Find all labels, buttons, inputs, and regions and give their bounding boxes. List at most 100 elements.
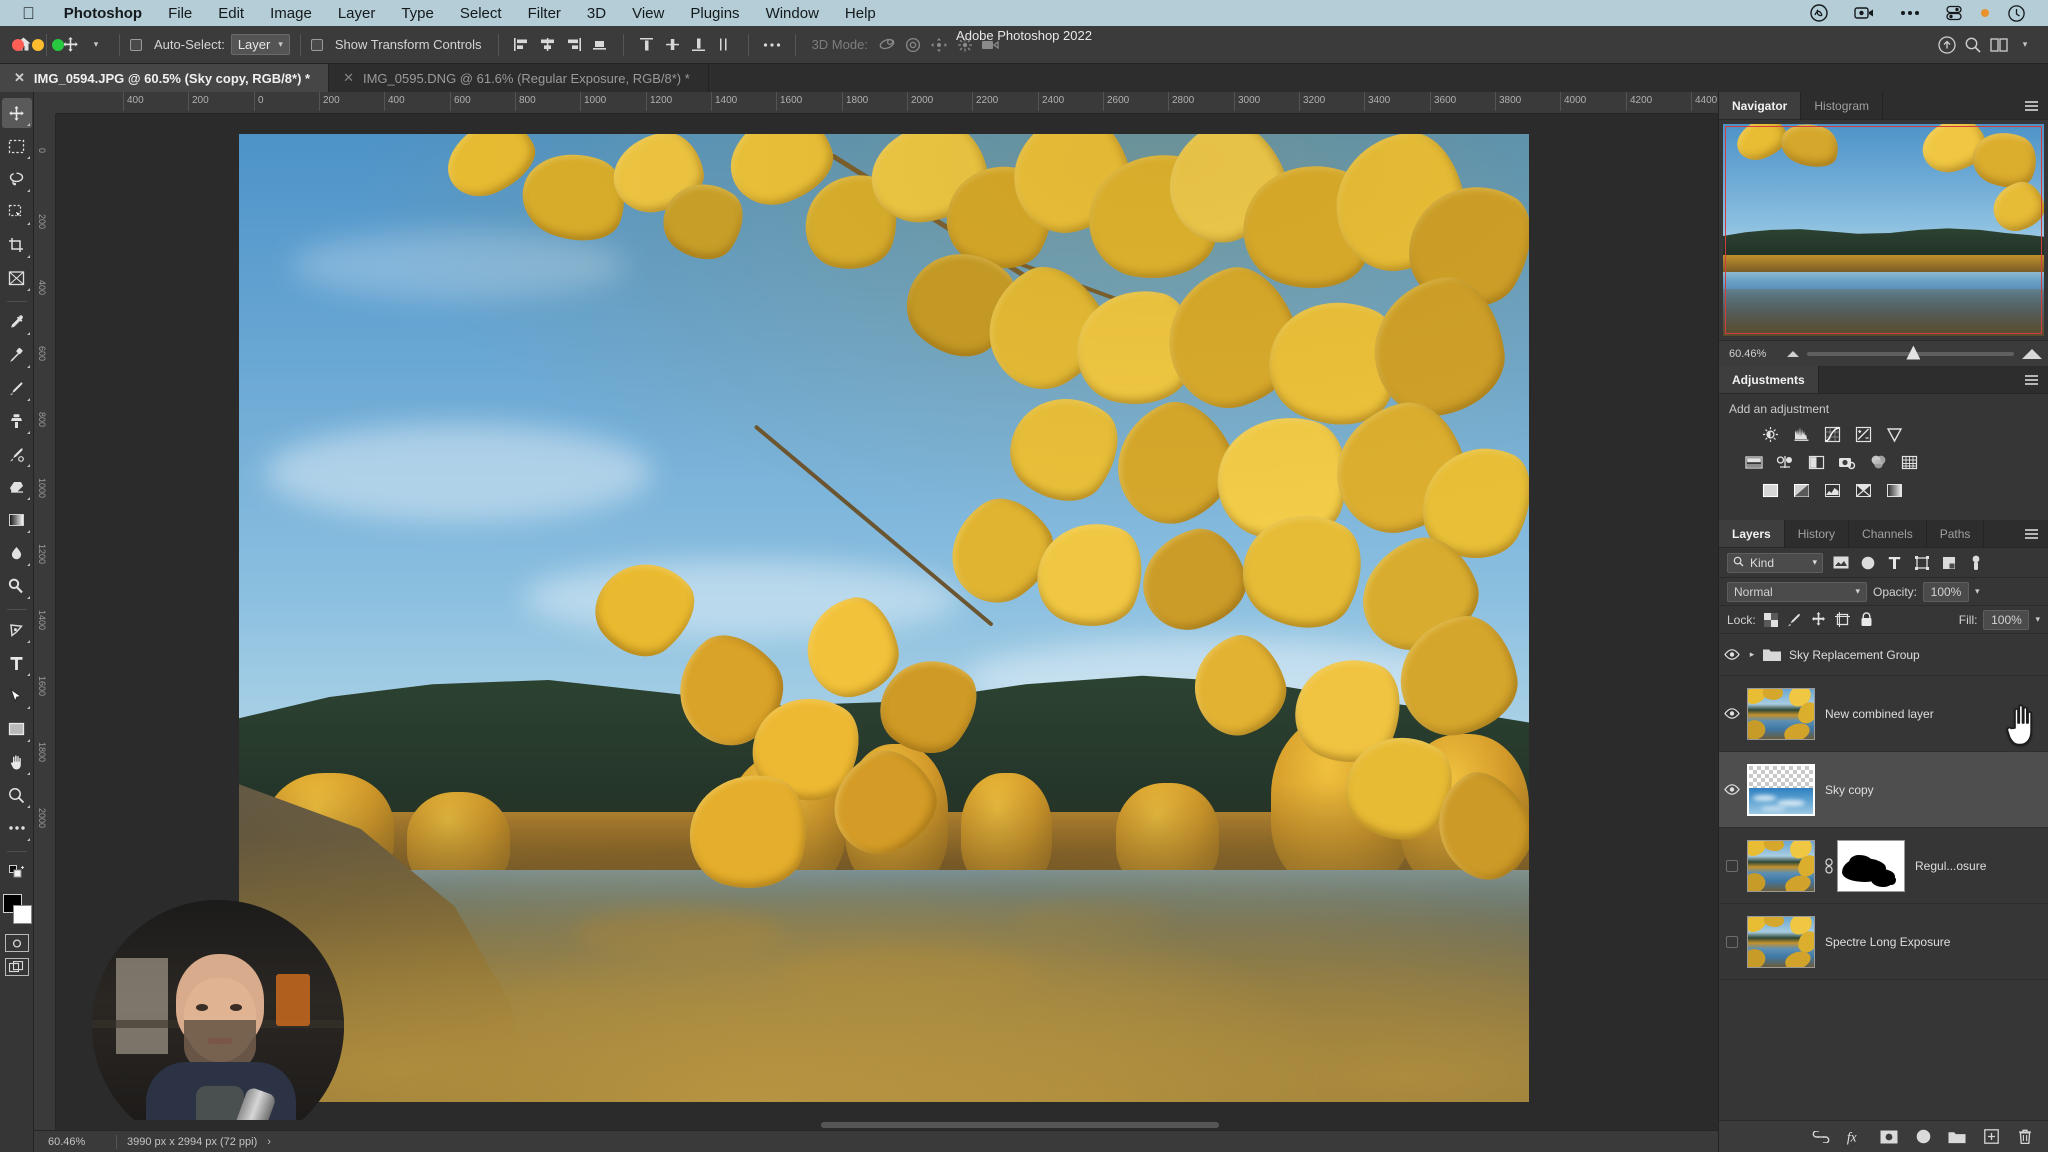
color-swatches[interactable]	[2, 894, 32, 926]
layer-mask-thumbnail[interactable]	[1837, 839, 1905, 892]
close-icon[interactable]: ✕	[14, 70, 25, 86]
document-tab-0[interactable]: ✕ IMG_0594.JPG @ 60.5% (Sky copy, RGB/8*…	[0, 64, 330, 92]
close-icon[interactable]: ✕	[343, 70, 354, 86]
move-tool[interactable]	[1, 98, 32, 128]
lasso-tool[interactable]	[2, 164, 32, 194]
link-layers-icon[interactable]	[1821, 857, 1837, 874]
menu-item-filter[interactable]: Filter	[515, 5, 574, 22]
menu-item-plugins[interactable]: Plugins	[677, 5, 752, 22]
layer-visibility-toggle[interactable]	[1719, 708, 1745, 719]
menu-item-edit[interactable]: Edit	[205, 5, 257, 22]
layer-visibility-toggle[interactable]	[1719, 935, 1745, 948]
tab-history[interactable]: History	[1785, 520, 1850, 547]
layer-row-sky-replacement-group[interactable]: ▸ Sky Replacement Group	[1719, 634, 2048, 676]
color-balance-icon[interactable]	[1774, 452, 1796, 472]
filter-shape-icon[interactable]	[1912, 553, 1931, 572]
layer-name[interactable]: Sky Replacement Group	[1785, 648, 2040, 662]
background-color-swatch[interactable]	[12, 905, 32, 924]
layer-thumbnail[interactable]	[1747, 763, 1815, 816]
layer-row-regular-exposure[interactable]: Regul...osure	[1719, 828, 2048, 904]
photo-filter-icon[interactable]	[1836, 452, 1858, 472]
canvas-viewport[interactable]	[56, 114, 1718, 1130]
tab-adjustments[interactable]: Adjustments	[1719, 366, 1819, 393]
hue-saturation-icon[interactable]	[1743, 452, 1765, 472]
zoom-button[interactable]	[52, 39, 64, 51]
crop-tool[interactable]	[2, 230, 32, 260]
document-tab-1[interactable]: ✕ IMG_0595.DNG @ 61.6% (Regular Exposure…	[329, 64, 709, 92]
lock-artboard-nesting-icon[interactable]	[1834, 611, 1852, 629]
hand-tool[interactable]	[2, 747, 32, 777]
layer-name[interactable]: Regul...osure	[1911, 859, 2040, 873]
gradient-map-icon[interactable]	[1852, 480, 1874, 500]
object-selection-tool[interactable]	[2, 197, 32, 227]
status-zoom-level[interactable]: 60.46%	[34, 1136, 116, 1148]
brightness-contrast-icon[interactable]	[1759, 424, 1781, 444]
layer-thumbnail[interactable]	[1747, 839, 1815, 892]
menu-item-type[interactable]: Type	[388, 5, 447, 22]
navigator-zoom-slider[interactable]	[1807, 345, 2014, 360]
status-expand-arrow-icon[interactable]: ›	[267, 1136, 271, 1148]
menu-item-view[interactable]: View	[619, 5, 677, 22]
threshold-icon[interactable]	[1821, 480, 1843, 500]
filter-toggle-icon[interactable]	[1966, 553, 1985, 572]
curves-icon[interactable]	[1821, 424, 1843, 444]
tab-channels[interactable]: Channels	[1849, 520, 1927, 547]
blend-mode-dropdown[interactable]: Normal ▾	[1727, 581, 1867, 602]
tab-histogram[interactable]: Histogram	[1801, 92, 1884, 119]
edit-toolbar-tool[interactable]	[2, 813, 32, 843]
layer-row-sky-copy[interactable]: Sky copy	[1719, 752, 2048, 828]
pen-tool[interactable]	[2, 615, 32, 645]
navigator-zoom-value[interactable]: 60.46%	[1725, 348, 1787, 360]
minimize-button[interactable]	[32, 39, 44, 51]
opacity-chevron-icon[interactable]: ▾	[1975, 586, 1980, 597]
panel-menu-icon[interactable]	[2025, 100, 2048, 111]
menu-item-layer[interactable]: Layer	[325, 5, 389, 22]
lock-all-icon[interactable]	[1858, 611, 1876, 629]
default-colors-icon[interactable]	[2, 857, 32, 887]
posterize-icon[interactable]	[1790, 480, 1812, 500]
fill-value[interactable]: 100%	[1983, 609, 2030, 630]
quick-mask-icon[interactable]	[4, 934, 29, 952]
new-adjustment-layer-icon[interactable]	[1914, 1128, 1932, 1146]
gradient-tool[interactable]	[2, 505, 32, 535]
zoom-in-icon[interactable]	[2022, 348, 2042, 359]
navigator-thumbnail[interactable]	[1723, 124, 2044, 336]
layer-row-new-combined-layer[interactable]: New combined layer	[1719, 676, 2048, 752]
menu-item-image[interactable]: Image	[257, 5, 325, 22]
navigator-zoom-slider-knob[interactable]	[1906, 345, 1921, 360]
layer-row-spectre-long-exposure[interactable]: Spectre Long Exposure	[1719, 904, 2048, 980]
menu-item-3d[interactable]: 3D	[574, 5, 619, 22]
horizontal-scrollbar[interactable]	[56, 1120, 1718, 1130]
eraser-tool[interactable]	[2, 472, 32, 502]
layer-list[interactable]: ▸ Sky Replacement Group New combined lay…	[1719, 634, 2048, 1120]
path-selection-tool[interactable]	[2, 681, 32, 711]
layer-filter-kind-dropdown[interactable]: Kind ▾	[1727, 552, 1823, 573]
layer-visibility-toggle[interactable]	[1719, 784, 1745, 795]
layer-visibility-toggle[interactable]	[1719, 859, 1745, 872]
tab-layers[interactable]: Layers	[1719, 520, 1785, 547]
channel-mixer-icon[interactable]	[1867, 452, 1889, 472]
panel-menu-icon[interactable]	[2025, 374, 2048, 385]
ellipsis-icon[interactable]	[1900, 10, 1920, 16]
horizontal-ruler[interactable]: 400 200 0 200 400 600 800 1000 1200 1400…	[56, 92, 1718, 114]
levels-icon[interactable]	[1790, 424, 1812, 444]
frame-tool[interactable]	[2, 263, 32, 293]
opacity-value[interactable]: 100%	[1923, 581, 1970, 602]
selective-color-icon[interactable]	[1883, 480, 1905, 500]
control-center-icon[interactable]	[1946, 5, 1962, 21]
lock-image-pixels-icon[interactable]	[1786, 611, 1804, 629]
exposure-icon[interactable]	[1852, 424, 1874, 444]
close-button[interactable]	[12, 39, 24, 51]
dodge-tool[interactable]	[2, 571, 32, 601]
vibrance-icon[interactable]	[1883, 424, 1905, 444]
scrollbar-thumb[interactable]	[820, 1122, 1220, 1128]
zoom-tool[interactable]	[2, 780, 32, 810]
layer-visibility-toggle[interactable]	[1719, 649, 1745, 660]
lock-position-icon[interactable]	[1810, 611, 1828, 629]
screen-mode-icon[interactable]	[4, 958, 29, 976]
menu-item-window[interactable]: Window	[753, 5, 832, 22]
clock-icon[interactable]	[2008, 4, 2025, 22]
link-layers-icon[interactable]	[1812, 1128, 1830, 1146]
filter-type-icon[interactable]	[1885, 553, 1904, 572]
rectangular-marquee-tool[interactable]	[2, 131, 32, 161]
